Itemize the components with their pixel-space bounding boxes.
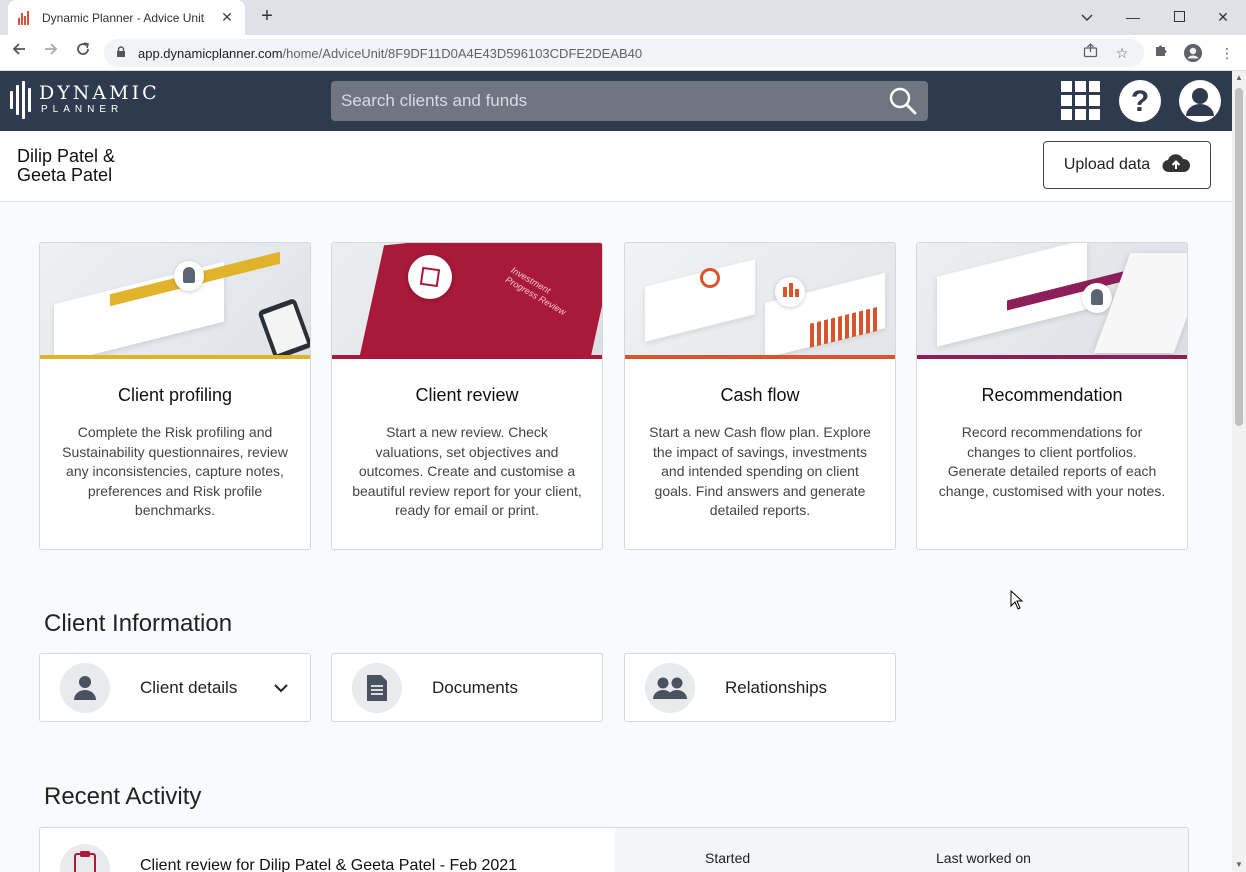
cash-flow-card[interactable]: Cash flow Start a new Cash flow plan. Ex…: [624, 242, 896, 550]
client-review-title: Client review: [415, 385, 519, 405]
chevron-down-icon[interactable]: [272, 679, 290, 697]
tab-title: Dynamic Planner - Advice Unit: [42, 10, 205, 25]
cash-flow-illustration: [625, 243, 895, 355]
apps-grid-icon[interactable]: [1059, 79, 1103, 123]
recent-activity-heading: Recent Activity: [44, 783, 202, 810]
maximize-icon[interactable]: [1156, 0, 1202, 35]
client-review-accent: [332, 355, 602, 359]
client-bar: Dilip Patel & Geeta Patel Upload data: [0, 131, 1232, 202]
forward-icon[interactable]: [39, 41, 63, 65]
reload-icon[interactable]: [71, 41, 95, 65]
activity-title: Client review for Dilip Patel & Geeta Pa…: [140, 857, 518, 872]
document-icon: [352, 662, 402, 713]
upload-data-label: Upload data: [1063, 156, 1151, 173]
client-information-heading: Client Information: [44, 610, 233, 637]
scroll-up-icon[interactable]: ▲: [1232, 71, 1246, 85]
client-profiling-title: Client profiling: [117, 385, 233, 405]
profile-icon[interactable]: [1183, 43, 1203, 63]
browser-menu-icon[interactable]: ⋮: [1217, 43, 1237, 63]
client-profiling-description: Complete the Risk profiling and Sustaina…: [62, 424, 288, 518]
people-group-icon: [645, 662, 695, 713]
bookmark-star-icon[interactable]: ☆: [1112, 43, 1132, 63]
last-worked-on-label: Last worked on: [936, 850, 1031, 866]
upload-data-button[interactable]: Upload data: [1043, 141, 1211, 189]
recent-activity-item[interactable]: Client review for Dilip Patel & Geeta Pa…: [39, 827, 1189, 872]
client-details-label: Client details: [140, 677, 238, 697]
cash-flow-accent: [625, 355, 895, 359]
documents-label: Documents: [432, 677, 518, 697]
recommendation-accent: [917, 355, 1187, 359]
mouse-pointer-icon: [1010, 589, 1024, 610]
user-account-icon[interactable]: [1178, 79, 1222, 123]
cash-flow-title: Cash flow: [720, 385, 800, 405]
client-name: Dilip Patel & Geeta Patel: [17, 146, 116, 185]
documents-card[interactable]: Documents: [331, 653, 603, 722]
started-label: Started: [705, 850, 751, 866]
help-icon[interactable]: ?: [1118, 79, 1162, 123]
close-tab-icon[interactable]: ✕: [219, 9, 235, 26]
app-header: DYNAMIC PLANNER ?: [0, 71, 1232, 131]
svg-text:?: ?: [1131, 85, 1149, 118]
logo-bars-icon: [10, 81, 31, 119]
search-icon[interactable]: [888, 86, 918, 116]
close-window-icon[interactable]: ✕: [1200, 0, 1246, 35]
browser-tab-bar: Dynamic Planner - Advice Unit ✕ + — ✕: [0, 0, 1246, 35]
client-review-description: Start a new review. Check valuations, se…: [352, 424, 582, 518]
relationships-label: Relationships: [725, 677, 828, 697]
recommendation-illustration: [917, 243, 1187, 355]
browser-tab[interactable]: Dynamic Planner - Advice Unit ✕: [8, 0, 245, 35]
logo-text-dynamic: DYNAMIC: [39, 82, 160, 104]
scroll-down-icon[interactable]: ▼: [1232, 858, 1246, 872]
recommendation-description: Record recommendations for changes to cl…: [938, 424, 1166, 499]
dynamic-planner-logo[interactable]: DYNAMIC PLANNER: [10, 81, 160, 119]
client-profiling-accent: [40, 355, 310, 359]
client-review-illustration: Investment Progress Review: [332, 243, 602, 355]
search-input[interactable]: [341, 91, 888, 111]
person-icon: [60, 662, 110, 713]
new-tab-icon[interactable]: +: [256, 5, 278, 27]
back-icon[interactable]: [7, 41, 31, 65]
url-host: app.dynamicplanner.com: [138, 45, 283, 61]
client-details-card[interactable]: Client details: [39, 653, 311, 722]
logo-text-planner: PLANNER: [41, 104, 124, 115]
recommendation-title: Recommendation: [981, 385, 1123, 405]
page-scrollbar[interactable]: ▲ ▼: [1232, 71, 1246, 872]
url-field[interactable]: app.dynamicplanner.com/home/AdviceUnit/8…: [104, 39, 1144, 67]
url-path: /home/AdviceUnit/8F9DF11D0A4E43D596103CD…: [282, 45, 643, 61]
search-bar: [331, 81, 928, 121]
client-profiling-card[interactable]: Client profiling Complete the Risk profi…: [39, 242, 311, 550]
scrollbar-thumb[interactable]: [1235, 88, 1243, 426]
share-icon[interactable]: [1080, 43, 1100, 63]
cloud-upload-icon: [1162, 153, 1191, 178]
clipboard-icon: [60, 844, 110, 872]
cash-flow-description: Start a new Cash flow plan. Explore the …: [649, 424, 871, 518]
address-bar: app.dynamicplanner.com/home/AdviceUnit/8…: [0, 35, 1246, 71]
minimize-icon[interactable]: —: [1110, 0, 1156, 35]
lock-icon: [116, 45, 130, 61]
tab-search-icon[interactable]: [1064, 0, 1110, 35]
extensions-icon[interactable]: [1151, 43, 1171, 63]
recommendation-card[interactable]: Recommendation Record recommendations fo…: [916, 242, 1188, 550]
dynamic-planner-favicon-icon: [18, 10, 32, 25]
client-review-card[interactable]: Investment Progress Review Client review…: [331, 242, 603, 550]
client-profiling-illustration: [40, 243, 310, 355]
relationships-card[interactable]: Relationships: [624, 653, 896, 722]
